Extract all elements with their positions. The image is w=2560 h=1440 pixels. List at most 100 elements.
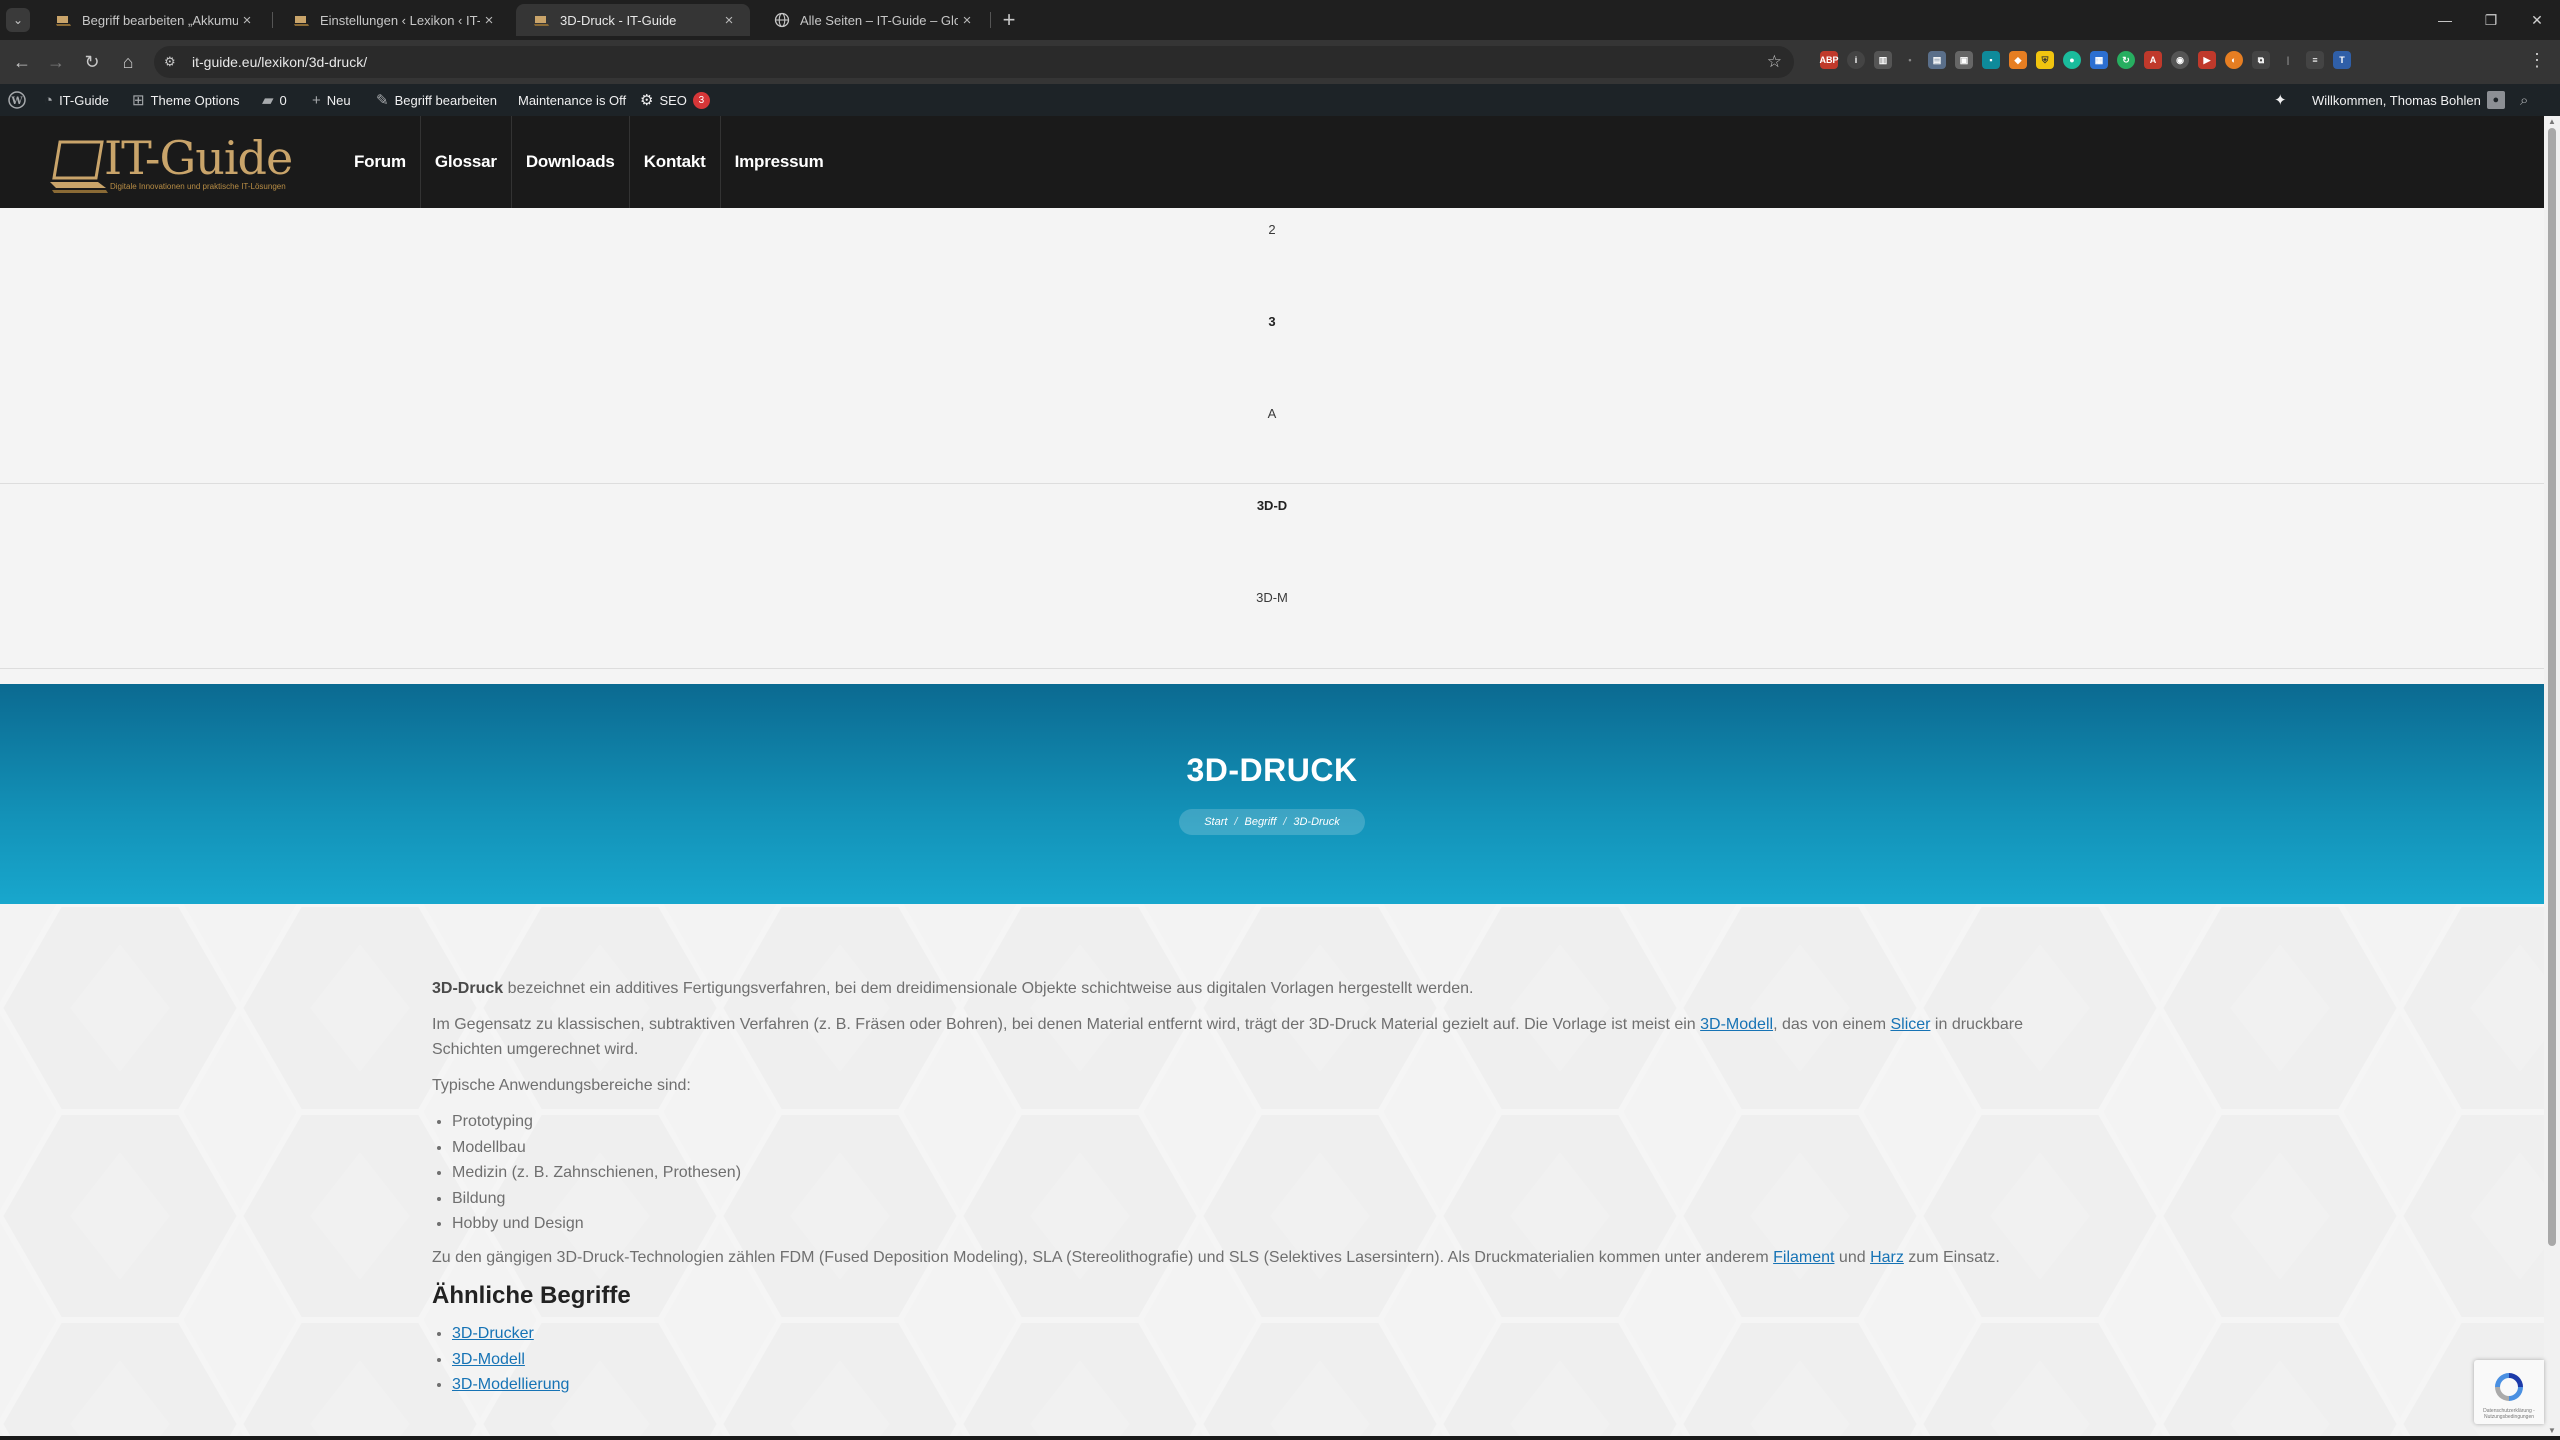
paragraph-definition: 3D-Druck bezeichnet ein additives Fertig…	[432, 976, 2092, 1001]
menu-icon[interactable]: ⋮	[2528, 50, 2546, 71]
new-tab-button[interactable]: +	[995, 6, 1023, 34]
letter-link-2[interactable]: 2	[0, 222, 2544, 237]
recaptcha-legal-text[interactable]: Datenschutzerklärung - Nutzungsbedingung…	[2478, 1408, 2540, 1420]
browser-tab-4[interactable]: Alle Seiten – IT-Guide – Glossar ×	[756, 4, 988, 36]
related-terms-heading: Ähnliche Begriffe	[432, 1281, 631, 1309]
extension-icon[interactable]: ▪	[1982, 51, 2000, 69]
extension-icon[interactable]: ▦	[2090, 51, 2108, 69]
my-account-menu[interactable]: Willkommen, Thomas Bohlen ●	[2312, 84, 2505, 116]
theme-options-icon: ⊞	[132, 92, 145, 109]
letter-link-a[interactable]: A	[0, 406, 2544, 421]
scroll-down-arrow-icon[interactable]: ▼	[2547, 1426, 2557, 1435]
puzzle-icon[interactable]: ⧉	[2252, 51, 2270, 69]
extension-icon[interactable]: ▣	[1955, 51, 1973, 69]
pin-icon[interactable]: •	[1901, 51, 1919, 69]
mouse-icon[interactable]: ◉	[2171, 51, 2189, 69]
link-harz[interactable]: Harz	[1870, 1249, 1904, 1266]
adblock-icon[interactable]: ABP	[1820, 51, 1839, 69]
reading-list-icon[interactable]: ▥	[1874, 51, 1892, 69]
star-icon[interactable]: ☆	[1767, 52, 1782, 72]
sync-icon[interactable]: ↻	[2117, 51, 2135, 69]
site-info-icon[interactable]: ⚙	[164, 54, 184, 70]
related-link-3d-modell[interactable]: 3D-Modell	[452, 1351, 525, 1368]
theme-options-link[interactable]: ⊞ Theme Options	[132, 84, 239, 116]
tab-search-button[interactable]: ⌄	[6, 8, 30, 32]
reload-icon[interactable]: ↻	[78, 48, 106, 76]
pdf-icon[interactable]: A	[2144, 51, 2162, 69]
media-icon[interactable]: ≡	[2306, 51, 2324, 69]
scrollbar-thumb[interactable]	[2548, 128, 2556, 1246]
browser-tab-1[interactable]: Begriff bearbeiten „Akkumulator ×	[38, 4, 268, 36]
breadcrumb-separator: /	[1234, 816, 1238, 828]
page-scrollbar[interactable]: ▲ ▼	[2544, 116, 2560, 1440]
paragraph-comparison: Im Gegensatz zu klassischen, subtraktive…	[432, 1012, 2092, 1062]
breadcrumb: Start / Begriff / 3D-Druck	[1179, 809, 1365, 835]
admin-search-button[interactable]: ⌕	[2520, 84, 2528, 116]
laptop-logo-icon	[50, 140, 108, 193]
nav-kontakt[interactable]: Kontakt	[630, 116, 721, 208]
extension-icon[interactable]: ▤	[1928, 51, 1946, 69]
tab-close-icon[interactable]: ×	[238, 12, 256, 29]
breadcrumb-separator: /	[1283, 816, 1287, 828]
theme-options-label: Theme Options	[150, 92, 240, 108]
minimize-icon[interactable]: —	[2422, 0, 2468, 40]
link-slicer[interactable]: Slicer	[1890, 1016, 1930, 1033]
letter-link-3-active[interactable]: 3	[0, 314, 2544, 329]
profile-icon[interactable]: T	[2333, 51, 2351, 69]
seo-menu[interactable]: ⚙ SEO 3	[640, 84, 710, 116]
wordpress-icon[interactable]: W	[8, 84, 26, 116]
comments-link[interactable]: ▰ 0	[262, 84, 287, 116]
admin-site-link[interactable]: ◔ IT-Guide	[44, 84, 109, 116]
nav-impressum[interactable]: Impressum	[721, 116, 838, 208]
logo-text: IT-Guide	[104, 131, 293, 185]
paragraph-text: , das von einem	[1773, 1016, 1891, 1033]
back-icon[interactable]: ←	[8, 48, 36, 76]
list-item: Modellbau	[452, 1135, 2092, 1161]
extensions-row: ABP i ▥ • ▤ ▣ ▪ ◆ ⛨ ● ▦ ↻ A ◉ ▶ ◐ ⧉ | ≡ …	[1820, 51, 2351, 69]
new-content-link[interactable]: + Neu	[312, 84, 351, 116]
comments-count: 0	[279, 92, 287, 108]
ai-assistant-button[interactable]: ✦	[2274, 84, 2287, 116]
recaptcha-icon	[2495, 1373, 2523, 1401]
extension-icon[interactable]: ◆	[2009, 51, 2027, 69]
scroll-up-arrow-icon[interactable]: ▲	[2547, 117, 2557, 126]
forward-icon[interactable]: →	[42, 48, 70, 76]
nav-forum[interactable]: Forum	[340, 116, 421, 208]
related-link-3d-drucker[interactable]: 3D-Drucker	[452, 1325, 534, 1342]
extension-icon[interactable]: ●	[2063, 51, 2081, 69]
nav-glossar[interactable]: Glossar	[421, 116, 512, 208]
sub-letter-link-3d-m[interactable]: 3D-M	[0, 590, 2544, 605]
admin-site-name: IT-Guide	[59, 92, 109, 108]
window-close-icon[interactable]: ✕	[2514, 0, 2560, 40]
site-logo[interactable]: IT-Guide Digitale Innovationen und prakt…	[50, 134, 310, 194]
window-bottom-edge	[0, 1436, 2560, 1440]
info-icon[interactable]: i	[1847, 51, 1865, 69]
ai-sparkle-icon: ✦	[2274, 92, 2287, 109]
paragraph-text: Zu den gängigen 3D-Druck-Technologien zä…	[432, 1248, 1774, 1266]
link-filament[interactable]: Filament	[1773, 1249, 1834, 1266]
related-link-3d-modellierung[interactable]: 3D-Modellierung	[452, 1376, 569, 1393]
url-text[interactable]: it-guide.eu/lexikon/3d-druck/	[192, 54, 367, 70]
browser-tab-2[interactable]: Einstellungen ‹ Lexikon ‹ IT-Guide ×	[276, 4, 510, 36]
breadcrumb-start[interactable]: Start	[1204, 816, 1227, 828]
breadcrumb-begriff[interactable]: Begriff	[1244, 816, 1276, 828]
browser-tab-3-active[interactable]: 3D-Druck - IT-Guide ×	[516, 4, 750, 36]
address-bar[interactable]: ⚙ it-guide.eu/lexikon/3d-druck/ ☆	[154, 46, 1794, 78]
main-content: 3D-Druck bezeichnet ein additives Fertig…	[0, 904, 2544, 1440]
restore-icon[interactable]: ❐	[2468, 0, 2514, 40]
sub-letter-link-3d-d-active[interactable]: 3D-D	[0, 498, 2544, 513]
shield-icon[interactable]: ⛨	[2036, 51, 2054, 69]
list-item: 3D-Drucker	[452, 1321, 2092, 1347]
edit-term-link[interactable]: ✎ Begriff bearbeiten	[376, 84, 497, 116]
tab-close-icon[interactable]: ×	[958, 12, 976, 29]
extension-icon[interactable]: ▶	[2198, 51, 2216, 69]
recaptcha-badge[interactable]: Datenschutzerklärung - Nutzungsbedingung…	[2474, 1360, 2544, 1424]
nav-downloads[interactable]: Downloads	[512, 116, 630, 208]
maintenance-status[interactable]: Maintenance is Off	[518, 84, 626, 116]
tab-close-icon[interactable]: ×	[480, 12, 498, 29]
welcome-text: Willkommen, Thomas Bohlen	[2312, 92, 2481, 108]
link-3d-modell[interactable]: 3D-Modell	[1700, 1016, 1773, 1033]
tab-close-icon[interactable]: ×	[720, 12, 738, 29]
extension-icon[interactable]: ◐	[2225, 51, 2243, 69]
home-icon[interactable]: ⌂	[114, 48, 142, 76]
